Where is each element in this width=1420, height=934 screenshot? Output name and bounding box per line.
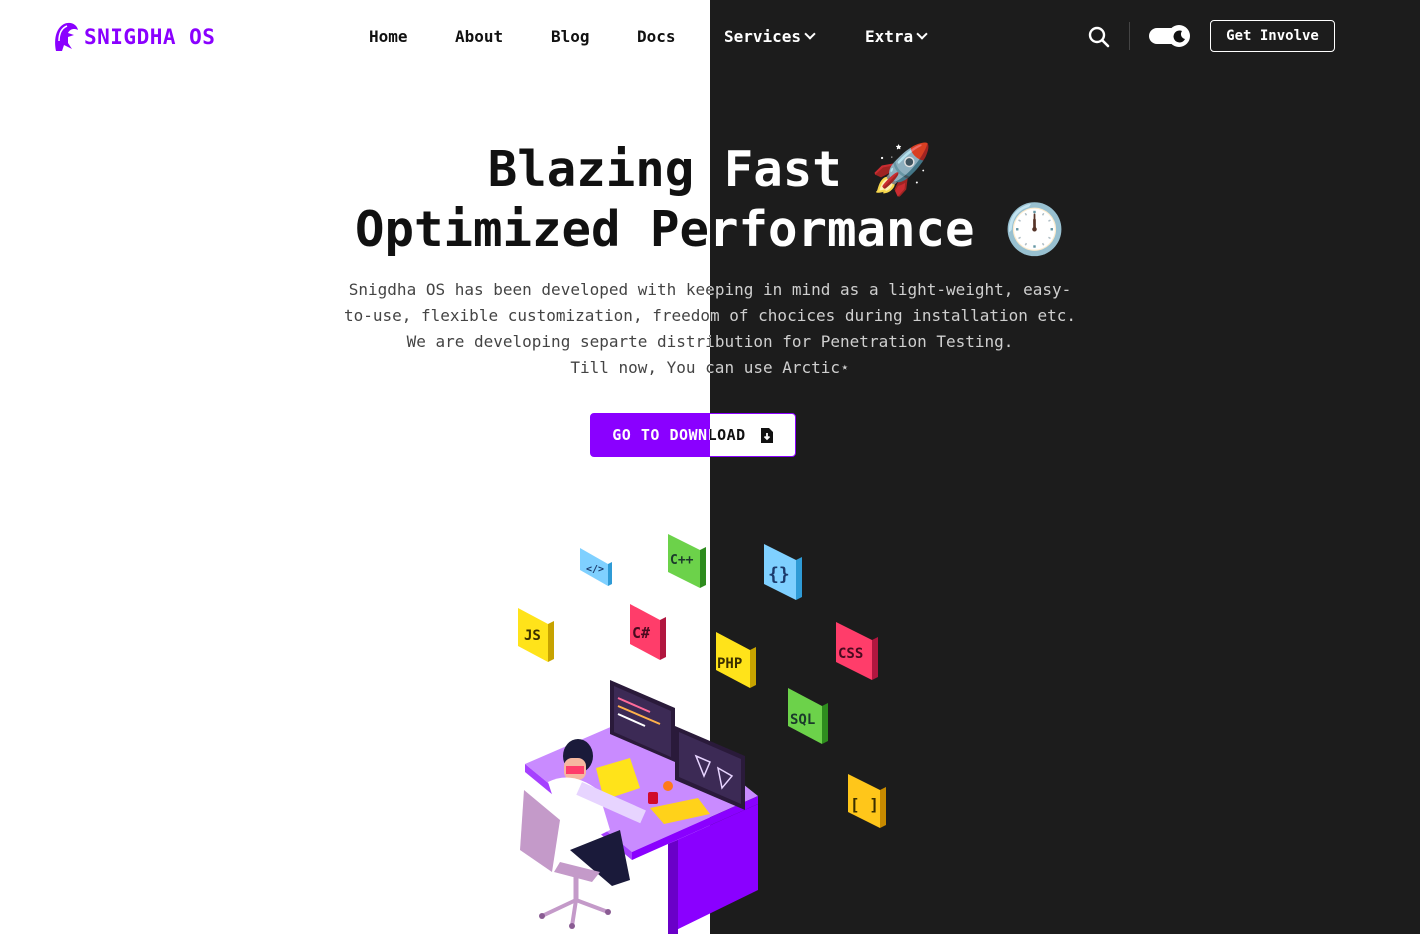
nav-services[interactable]: Services [724, 26, 816, 48]
top-navbar: SNIGDHA OS Home About Blog Docs Services… [0, 0, 1420, 72]
nav-home[interactable]: Home [369, 26, 408, 48]
tile-label: SQL [790, 712, 815, 728]
tile-sql-icon: SQL [788, 688, 828, 744]
nav-links: Home About Blog Docs Services Extra [0, 26, 1420, 48]
tile-braces-icon: {} [764, 544, 802, 600]
chevron-down-icon [804, 28, 816, 40]
chevron-down-icon [916, 28, 928, 40]
tile-php-icon: PHP [716, 632, 756, 688]
tile-cpp-icon: C++ [668, 534, 706, 588]
tile-label: JS [524, 628, 541, 644]
nav-docs[interactable]: Docs [637, 26, 676, 48]
nav-extra[interactable]: Extra [865, 26, 928, 48]
developer-illustration: </> C++ {} JS C# PHP CSS SQL [ ] [518, 534, 886, 934]
clock-icon: 🕛 [1004, 201, 1066, 258]
nav-about[interactable]: About [455, 26, 503, 48]
get-involve-button[interactable]: Get Involve [1210, 20, 1335, 52]
rocket-icon: 🚀 [871, 141, 933, 198]
tile-csharp-icon: C# [630, 604, 666, 660]
nav-extra-label: Extra [865, 27, 914, 46]
tile-label: PHP [717, 656, 742, 672]
nav-divider [1129, 22, 1130, 50]
nav-blog[interactable]: Blog [551, 26, 590, 48]
tile-html-icon: </> [580, 548, 612, 586]
tile-brackets-icon: [ ] [848, 774, 886, 828]
nav-services-label: Services [724, 27, 802, 46]
tile-css-icon: CSS [836, 622, 878, 680]
file-download-icon [760, 427, 773, 443]
tile-label: </> [586, 564, 604, 575]
tile-label: C++ [670, 553, 694, 568]
tile-js-icon: JS [518, 608, 554, 662]
tile-label: [ ] [850, 795, 879, 814]
moon-toggle-icon[interactable] [1149, 25, 1191, 47]
tile-label: CSS [838, 646, 863, 662]
tile-label: {} [768, 564, 790, 585]
search-icon[interactable] [1088, 26, 1110, 48]
tile-label: C# [632, 624, 650, 642]
